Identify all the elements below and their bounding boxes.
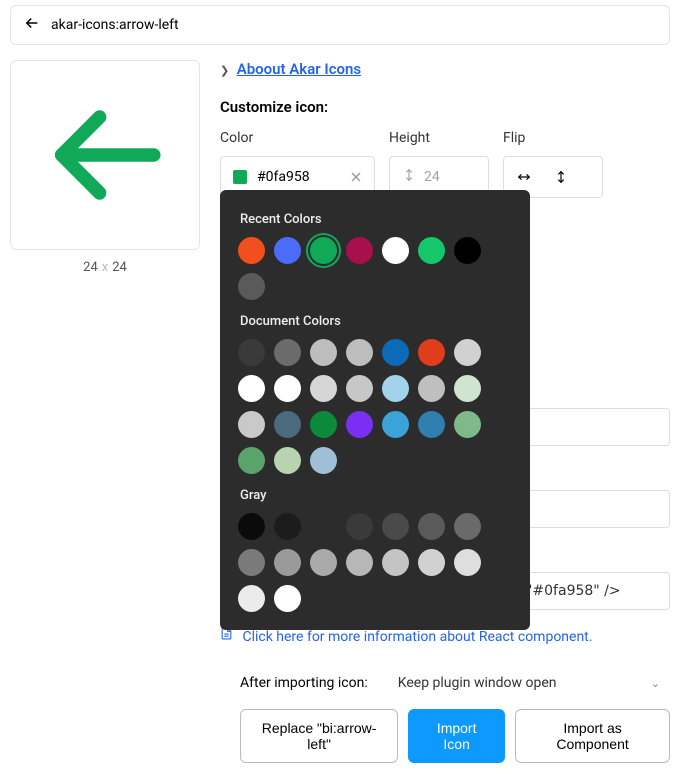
color-swatch[interactable] <box>454 375 481 402</box>
color-swatch[interactable] <box>418 237 445 264</box>
color-swatch[interactable] <box>238 513 265 540</box>
flip-horizontal-button[interactable] <box>516 170 532 184</box>
about-link[interactable]: Aboout Akar Icons <box>237 60 361 78</box>
color-swatch[interactable] <box>238 339 265 366</box>
breadcrumb: akar-icons:arrow-left <box>10 5 670 45</box>
height-label: Height <box>389 130 489 146</box>
color-swatch[interactable] <box>274 549 301 576</box>
breadcrumb-title: akar-icons:arrow-left <box>51 17 179 33</box>
color-swatch[interactable] <box>418 375 445 402</box>
color-swatch[interactable] <box>382 411 409 438</box>
color-swatch[interactable] <box>310 339 337 366</box>
document-colors-grid <box>238 339 512 474</box>
color-swatch[interactable] <box>382 375 409 402</box>
flip-label: Flip <box>503 130 603 146</box>
color-swatch[interactable] <box>382 339 409 366</box>
color-label: Color <box>220 130 375 146</box>
color-swatch[interactable] <box>346 237 373 264</box>
after-importing-label: After importing icon: <box>240 675 368 691</box>
color-swatch[interactable] <box>418 411 445 438</box>
color-swatch[interactable] <box>346 375 373 402</box>
icon-preview <box>10 60 200 250</box>
color-value: #0fa958 <box>257 169 310 185</box>
height-arrows-icon <box>402 168 416 186</box>
import-component-button[interactable]: Import as Component <box>515 709 670 763</box>
chevron-right-icon: ❯ <box>220 64 229 77</box>
customize-heading: Customize icon: <box>220 98 670 116</box>
color-swatch[interactable] <box>238 585 265 612</box>
color-swatch[interactable] <box>382 237 409 264</box>
react-info-link[interactable]: Click here for more information about Re… <box>242 629 592 645</box>
doc-icon <box>220 629 236 645</box>
color-swatch[interactable] <box>238 447 265 474</box>
clear-color-icon[interactable] <box>350 171 362 183</box>
color-swatch-icon <box>233 170 247 184</box>
color-swatch[interactable] <box>310 447 337 474</box>
replace-button[interactable]: Replace "bi:arrow-left" <box>240 709 398 763</box>
color-swatch[interactable] <box>274 375 301 402</box>
color-swatch[interactable] <box>418 513 445 540</box>
import-icon-button[interactable]: Import Icon <box>408 709 505 763</box>
color-field: Color #0fa958 <box>220 130 375 198</box>
color-swatch[interactable] <box>238 375 265 402</box>
after-importing-select[interactable]: Keep plugin window open ⌄ <box>398 675 670 691</box>
color-swatch[interactable] <box>238 411 265 438</box>
color-swatch[interactable] <box>346 513 373 540</box>
flip-field: Flip <box>503 130 603 198</box>
color-swatch[interactable] <box>382 549 409 576</box>
after-importing-value: Keep plugin window open <box>398 675 557 691</box>
color-swatch[interactable] <box>346 549 373 576</box>
color-swatch[interactable] <box>418 339 445 366</box>
color-swatch[interactable] <box>238 237 265 264</box>
about-link-row: ❯ Aboout Akar Icons <box>220 60 670 78</box>
color-swatch[interactable] <box>274 411 301 438</box>
color-swatch[interactable] <box>274 447 301 474</box>
color-swatch[interactable] <box>346 339 373 366</box>
color-swatch[interactable] <box>454 339 481 366</box>
chevron-down-icon: ⌄ <box>651 677 660 690</box>
color-swatch[interactable] <box>454 237 481 264</box>
color-swatch[interactable] <box>310 549 337 576</box>
back-icon[interactable] <box>23 14 41 36</box>
color-picker-popover: Recent Colors Document Colors Gray <box>220 190 530 630</box>
gray-colors-grid <box>238 513 512 612</box>
color-swatch[interactable] <box>346 411 373 438</box>
color-swatch[interactable] <box>238 273 265 300</box>
recent-colors-label: Recent Colors <box>240 212 512 227</box>
flip-vertical-button[interactable] <box>554 169 568 185</box>
color-swatch[interactable] <box>238 549 265 576</box>
color-swatch[interactable] <box>454 411 481 438</box>
gray-colors-label: Gray <box>240 488 512 503</box>
height-field: Height 24 <box>389 130 489 198</box>
preview-dimensions: 24x24 <box>10 260 200 275</box>
color-swatch[interactable] <box>454 549 481 576</box>
color-swatch[interactable] <box>274 585 301 612</box>
arrow-left-icon <box>40 90 170 220</box>
color-swatch[interactable] <box>274 237 301 264</box>
color-swatch[interactable] <box>310 513 337 540</box>
color-swatch[interactable] <box>274 513 301 540</box>
color-swatch[interactable] <box>310 411 337 438</box>
color-swatch[interactable] <box>310 237 337 264</box>
color-swatch[interactable] <box>418 549 445 576</box>
color-swatch[interactable] <box>310 375 337 402</box>
color-swatch[interactable] <box>454 513 481 540</box>
recent-colors-grid <box>238 237 512 300</box>
height-value: 24 <box>424 169 440 185</box>
document-colors-label: Document Colors <box>240 314 512 329</box>
color-swatch[interactable] <box>274 339 301 366</box>
color-swatch[interactable] <box>382 513 409 540</box>
